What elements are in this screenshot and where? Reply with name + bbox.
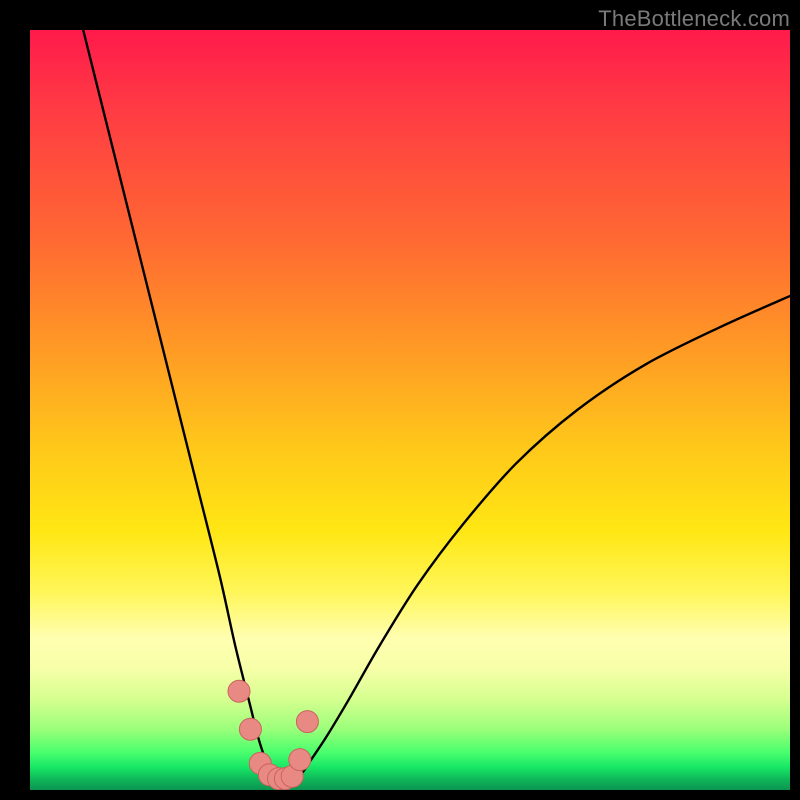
valley-markers bbox=[228, 680, 318, 789]
chart-frame: TheBottleneck.com bbox=[0, 0, 800, 800]
valley-marker bbox=[239, 718, 261, 740]
valley-marker bbox=[228, 680, 250, 702]
plot-area bbox=[30, 30, 790, 790]
valley-marker bbox=[289, 749, 311, 771]
valley-marker bbox=[296, 711, 318, 733]
curve-layer bbox=[30, 30, 790, 790]
bottleneck-curve bbox=[83, 30, 790, 783]
watermark-text: TheBottleneck.com bbox=[598, 6, 790, 32]
